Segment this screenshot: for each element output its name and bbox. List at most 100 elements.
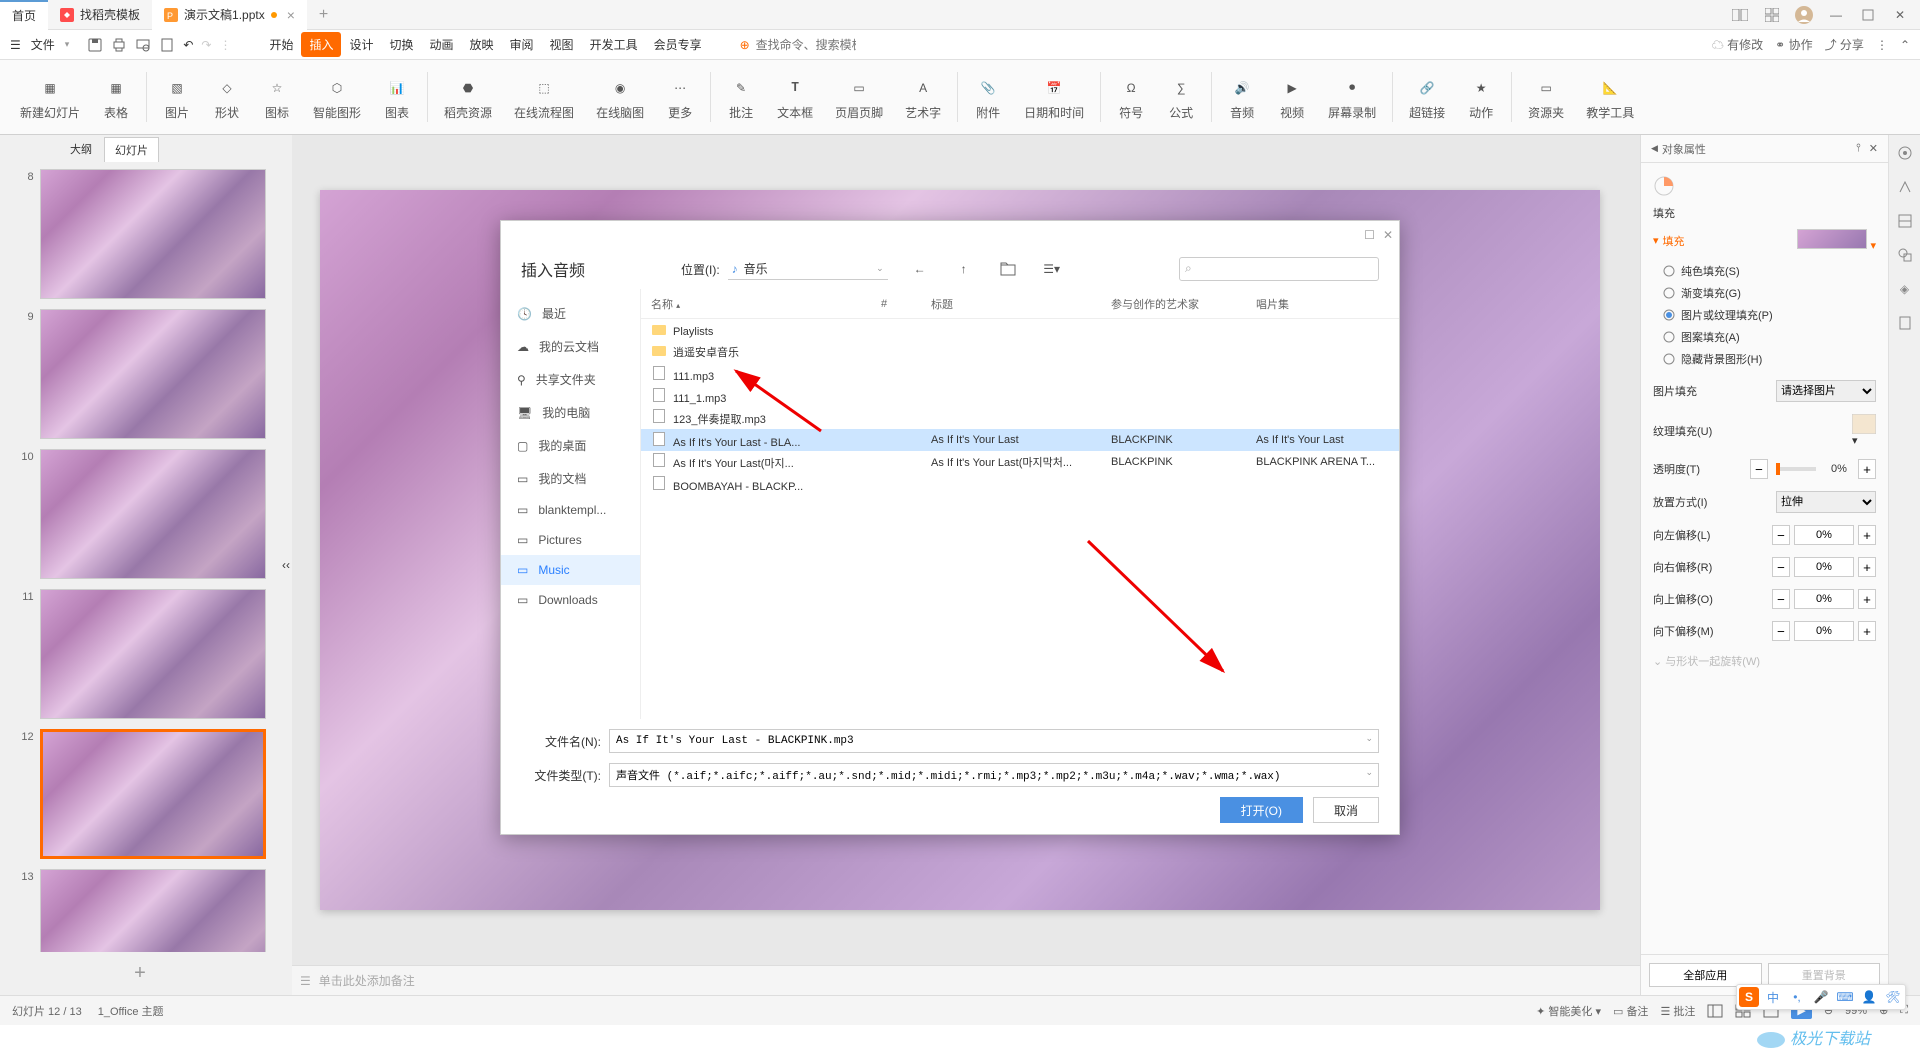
sidebar-Music[interactable]: ▭Music xyxy=(501,555,640,585)
dropdown-icon[interactable]: ▾ xyxy=(65,39,70,50)
fill-option[interactable]: 纯色填充(S) xyxy=(1663,260,1876,282)
new-tab-button[interactable]: + xyxy=(307,0,340,30)
grid-icon[interactable] xyxy=(1760,3,1784,27)
ime-user-icon[interactable]: 👤 xyxy=(1859,987,1879,1007)
ribbon-资源夹[interactable]: ▭资源夹 xyxy=(1518,70,1574,125)
opacity-slider[interactable] xyxy=(1776,467,1816,471)
offset-input[interactable] xyxy=(1794,621,1854,641)
ribbon-新建幻灯片[interactable]: ▦新建幻灯片 xyxy=(10,70,90,125)
sidebar-最近[interactable]: 🕓最近 xyxy=(501,297,640,330)
ribbon-表格[interactable]: ▦表格 xyxy=(92,70,140,125)
nav-up-icon[interactable]: ↑ xyxy=(952,257,976,281)
location-value[interactable]: 音乐 xyxy=(744,260,876,277)
slides-tab[interactable]: 幻灯片 xyxy=(104,137,159,162)
ribbon-在线脑图[interactable]: ◉在线脑图 xyxy=(586,70,654,125)
offset-minus[interactable]: − xyxy=(1772,557,1790,577)
share-button[interactable]: ⤴ 分享 xyxy=(1825,36,1864,53)
notes-toggle[interactable]: ▭ 备注 xyxy=(1613,1003,1648,1019)
menu-插入[interactable]: 插入 xyxy=(301,32,341,57)
ribbon-图标[interactable]: ☆图标 xyxy=(253,70,301,125)
menu-动画[interactable]: 动画 xyxy=(422,32,462,57)
hamburger-icon[interactable]: ☰ xyxy=(10,38,21,52)
fill-collapsible[interactable]: ▾ 填充 ▾ xyxy=(1653,225,1876,256)
add-slide-button[interactable]: + xyxy=(0,952,280,995)
ribbon-稻壳资源[interactable]: ⬣稻壳资源 xyxy=(434,70,502,125)
ime-voice-icon[interactable]: 🎤 xyxy=(1811,987,1831,1007)
sidebar-我的桌面[interactable]: ▢我的桌面 xyxy=(501,429,640,462)
maximize-icon[interactable] xyxy=(1856,3,1880,27)
opacity-minus[interactable]: − xyxy=(1750,459,1768,479)
redo-icon[interactable]: ↷ xyxy=(201,38,211,52)
ribbon-超链接[interactable]: 🔗超链接 xyxy=(1399,70,1455,125)
slide-thumb-13[interactable] xyxy=(40,869,266,952)
cancel-button[interactable]: 取消 xyxy=(1313,797,1379,823)
dialog-maximize-icon[interactable]: ☐ xyxy=(1364,228,1375,242)
open-button[interactable]: 打开(O) xyxy=(1220,797,1303,823)
col-album[interactable]: 唱片集 xyxy=(1256,296,1389,312)
rail-properties-icon[interactable] xyxy=(1895,143,1915,163)
menu-放映[interactable]: 放映 xyxy=(462,32,502,57)
file-row[interactable]: Playlists xyxy=(641,319,1399,341)
avatar-icon[interactable] xyxy=(1792,3,1816,27)
save-icon[interactable] xyxy=(87,37,103,53)
rail-design-icon[interactable] xyxy=(1895,177,1915,197)
col-artist[interactable]: 参与创作的艺术家 xyxy=(1111,296,1256,312)
texture-picker[interactable]: ▾ xyxy=(1852,414,1876,447)
ribbon-更多[interactable]: ⋯更多 xyxy=(656,70,704,125)
ribbon-批注[interactable]: ✎批注 xyxy=(717,70,765,125)
sidebar-Downloads[interactable]: ▭Downloads xyxy=(501,585,640,615)
sidebar-我的电脑[interactable]: 🖥我的电脑 xyxy=(501,396,640,429)
file-row[interactable]: 逍遥安卓音乐 xyxy=(641,341,1399,363)
ribbon-在线流程图[interactable]: ⬚在线流程图 xyxy=(504,70,584,125)
ribbon-图片[interactable]: ▧图片 xyxy=(153,70,201,125)
print-icon[interactable] xyxy=(111,37,127,53)
ribbon-符号[interactable]: Ω符号 xyxy=(1107,70,1155,125)
coop-button[interactable]: ⚭ 协作 xyxy=(1775,36,1812,53)
ime-settings-icon[interactable]: 🛠 xyxy=(1883,987,1903,1007)
fill-tab-icon[interactable] xyxy=(1653,175,1675,197)
pic-fill-select[interactable]: 请选择图片 xyxy=(1776,380,1876,402)
sidebar-Pictures[interactable]: ▭Pictures xyxy=(501,525,640,555)
rail-docs-icon[interactable] xyxy=(1895,313,1915,333)
filename-input[interactable] xyxy=(609,729,1379,753)
menu-设计[interactable]: 设计 xyxy=(341,32,381,57)
fill-option[interactable]: 图案填充(A) xyxy=(1663,326,1876,348)
menu-视图[interactable]: 视图 xyxy=(542,32,582,57)
nav-back-icon[interactable]: ← xyxy=(908,257,932,281)
offset-plus[interactable]: + xyxy=(1858,557,1876,577)
export-icon[interactable] xyxy=(159,37,175,53)
col-title[interactable]: 标题 xyxy=(931,296,1111,312)
fill-option[interactable]: 渐变填充(G) xyxy=(1663,282,1876,304)
dialog-search-input[interactable] xyxy=(1179,257,1379,281)
format-icon[interactable]: ⋮ xyxy=(219,38,231,52)
tab-home[interactable]: 首页 xyxy=(0,0,48,30)
offset-input[interactable] xyxy=(1794,589,1854,609)
file-row[interactable]: 111_1.mp3 xyxy=(641,385,1399,407)
tab-document[interactable]: P 演示文稿1.pptx × xyxy=(152,0,307,30)
menu-切换[interactable]: 切换 xyxy=(381,32,421,57)
preview-icon[interactable] xyxy=(135,37,151,53)
ime-lang-icon[interactable]: 中 xyxy=(1763,987,1783,1007)
slide-thumb-12[interactable] xyxy=(40,729,266,859)
opacity-plus[interactable]: + xyxy=(1858,459,1876,479)
more-icon[interactable]: ⋮ xyxy=(1876,38,1888,52)
offset-plus[interactable]: + xyxy=(1858,525,1876,545)
ribbon-图表[interactable]: 📊图表 xyxy=(373,70,421,125)
slide-thumb-11[interactable] xyxy=(40,589,266,719)
col-num[interactable]: # xyxy=(881,298,931,310)
pin-icon[interactable]: ⫯ xyxy=(1856,142,1861,155)
ribbon-页眉页脚[interactable]: ▭页眉页脚 xyxy=(825,70,893,125)
undo-icon[interactable]: ↶ xyxy=(183,38,193,52)
ribbon-日期和时间[interactable]: 📅日期和时间 xyxy=(1014,70,1094,125)
slide-thumb-9[interactable] xyxy=(40,309,266,439)
file-row[interactable]: As If It's Your Last(마지...As If It's You… xyxy=(641,451,1399,473)
new-folder-icon[interactable] xyxy=(996,257,1020,281)
layout-icon[interactable] xyxy=(1728,3,1752,27)
slide-thumb-8[interactable] xyxy=(40,169,266,299)
minimize-icon[interactable]: — xyxy=(1824,3,1848,27)
tab-templates[interactable]: 找稻壳模板 xyxy=(48,0,152,30)
sidebar-共享文件夹[interactable]: ⚲共享文件夹 xyxy=(501,363,640,396)
tile-select[interactable]: 拉伸 xyxy=(1776,491,1876,513)
ribbon-音频[interactable]: 🔊音频 xyxy=(1218,70,1266,125)
sidebar-我的文档[interactable]: ▭我的文档 xyxy=(501,462,640,495)
